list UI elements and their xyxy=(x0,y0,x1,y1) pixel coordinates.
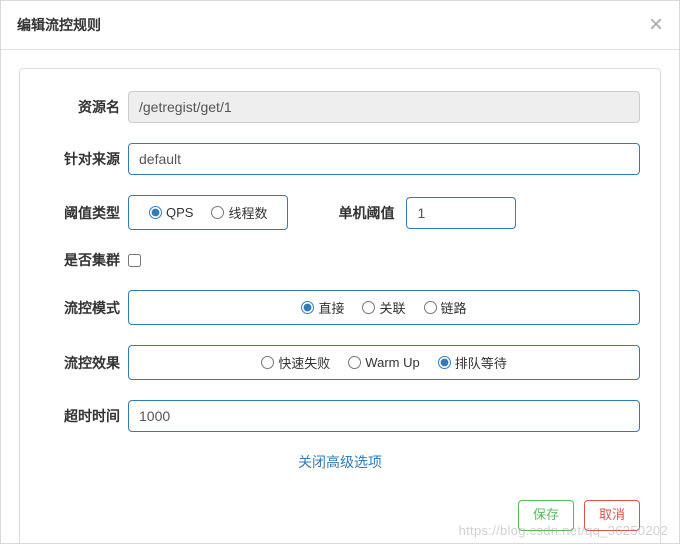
radio-qps-label: QPS xyxy=(166,205,193,220)
edit-flow-rule-modal: 编辑流控规则 × 资源名 针对来源 阈值类型 xyxy=(0,0,680,544)
toggle-advanced-link[interactable]: 关闭高级选项 xyxy=(40,452,640,472)
radio-fail-input[interactable] xyxy=(261,356,274,369)
radio-thread-input[interactable] xyxy=(211,206,224,219)
radio-warmup-input[interactable] xyxy=(348,356,361,369)
single-threshold-input[interactable] xyxy=(406,197,516,229)
resource-input xyxy=(128,91,640,123)
modal-title: 编辑流控规则 xyxy=(17,15,101,35)
footer-actions: 保存 取消 xyxy=(40,500,640,531)
radio-direct-label: 直接 xyxy=(318,298,344,317)
radio-queue-label: 排队等待 xyxy=(455,353,507,372)
effect-group: 快速失败 Warm Up 排队等待 xyxy=(128,345,640,380)
radio-chain[interactable]: 链路 xyxy=(424,298,467,317)
label-single-threshold: 单机阈值 xyxy=(338,203,394,223)
radio-chain-label: 链路 xyxy=(441,298,467,317)
threshold-type-group: QPS 线程数 xyxy=(128,195,288,230)
row-effect: 流控效果 快速失败 Warm Up 排队等待 xyxy=(40,345,640,380)
modal-body: 资源名 针对来源 阈值类型 QPS xyxy=(1,50,679,543)
radio-fail-label: 快速失败 xyxy=(278,353,330,372)
radio-queue-input[interactable] xyxy=(438,356,451,369)
radio-direct[interactable]: 直接 xyxy=(301,298,344,317)
row-resource: 资源名 xyxy=(40,91,640,123)
radio-relate-input[interactable] xyxy=(362,301,375,314)
radio-qps[interactable]: QPS xyxy=(149,205,193,220)
radio-qps-input[interactable] xyxy=(149,206,162,219)
modal-header: 编辑流控规则 × xyxy=(1,1,679,50)
form-panel: 资源名 针对来源 阈值类型 QPS xyxy=(19,68,661,543)
close-icon[interactable]: × xyxy=(649,13,663,37)
timeout-input[interactable] xyxy=(128,400,640,432)
source-input[interactable] xyxy=(128,143,640,175)
label-cluster: 是否集群 xyxy=(40,250,128,270)
label-timeout: 超时时间 xyxy=(40,406,128,426)
radio-fail[interactable]: 快速失败 xyxy=(261,353,330,372)
radio-chain-input[interactable] xyxy=(424,301,437,314)
row-mode: 流控模式 直接 关联 链路 xyxy=(40,290,640,325)
label-threshold-type: 阈值类型 xyxy=(40,203,128,223)
radio-warmup-label: Warm Up xyxy=(365,355,419,370)
label-source: 针对来源 xyxy=(40,149,128,169)
label-mode: 流控模式 xyxy=(40,298,128,318)
save-button[interactable]: 保存 xyxy=(518,500,574,531)
row-cluster: 是否集群 xyxy=(40,250,640,270)
label-resource: 资源名 xyxy=(40,97,128,117)
radio-relate[interactable]: 关联 xyxy=(362,298,405,317)
cluster-checkbox[interactable] xyxy=(128,254,141,267)
radio-queue[interactable]: 排队等待 xyxy=(438,353,507,372)
row-source: 针对来源 xyxy=(40,143,640,175)
row-timeout: 超时时间 xyxy=(40,400,640,432)
mode-group: 直接 关联 链路 xyxy=(128,290,640,325)
radio-thread[interactable]: 线程数 xyxy=(211,203,267,222)
row-threshold: 阈值类型 QPS 线程数 单机阈值 xyxy=(40,195,640,230)
label-effect: 流控效果 xyxy=(40,353,128,373)
cancel-button[interactable]: 取消 xyxy=(584,500,640,531)
radio-relate-label: 关联 xyxy=(379,298,405,317)
cluster-checkbox-wrap[interactable] xyxy=(128,254,141,267)
radio-warmup[interactable]: Warm Up xyxy=(348,355,419,370)
radio-direct-input[interactable] xyxy=(301,301,314,314)
radio-thread-label: 线程数 xyxy=(228,203,267,222)
